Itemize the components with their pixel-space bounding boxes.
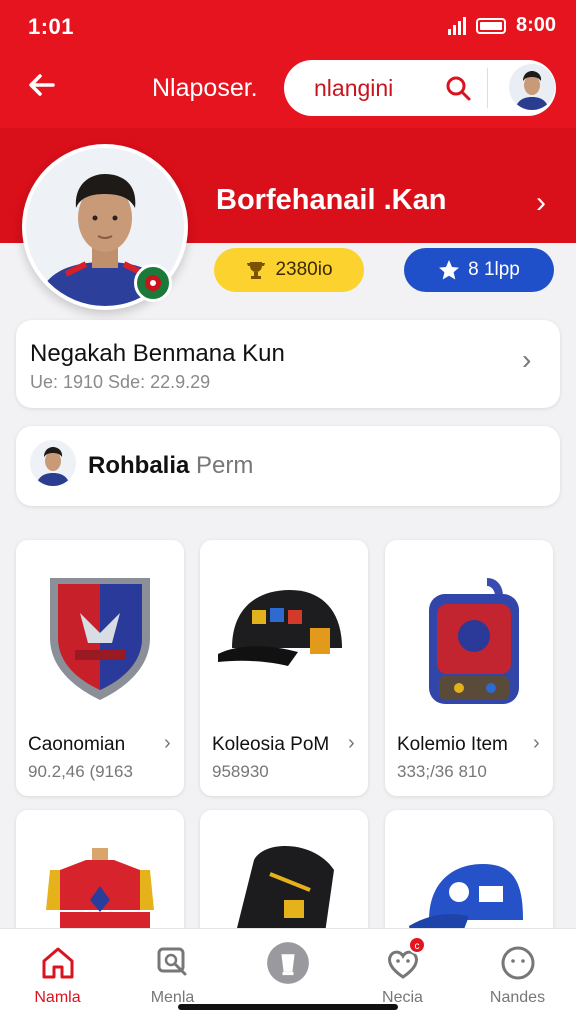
trophy-icon: [247, 262, 266, 279]
chevron-right-icon: ›: [533, 732, 540, 754]
home-indicator: [178, 1004, 398, 1010]
status-right-text: 8:00: [515, 14, 556, 36]
bag-icon: [234, 846, 334, 940]
tile-meta: 333;/36 810: [397, 762, 487, 781]
back-arrow-icon: [29, 74, 55, 96]
battery-icon: [475, 17, 506, 34]
account-title: Negakah Benmana Kun: [30, 340, 285, 367]
backpack-icon: [429, 578, 519, 704]
status-icons: 8:00: [447, 14, 556, 37]
search-bar[interactable]: nlangini: [284, 60, 556, 116]
coins-value: 2380io: [275, 259, 333, 280]
chevron-right-icon: ›: [164, 732, 171, 754]
nav-profile-label: Nandes: [489, 989, 546, 1006]
grid-tile[interactable]: [16, 810, 184, 940]
jersey-icon: [46, 848, 154, 940]
grid-tile[interactable]: [385, 810, 553, 940]
page-title: Nlaposer.: [152, 74, 258, 102]
nav-home[interactable]: Namla: [0, 929, 115, 1024]
search-input[interactable]: nlangini: [314, 75, 393, 102]
profile-row-label: Rohbalia Perm: [88, 452, 253, 480]
mini-avatar: [30, 440, 76, 486]
user-avatar[interactable]: [509, 64, 555, 110]
account-subtitle: Ue: 1910 Sde: 22.9.29: [30, 372, 211, 392]
grid-tile[interactable]: [200, 810, 368, 940]
tile-label: Caonomian: [28, 734, 126, 755]
chat-search-icon: [157, 947, 187, 976]
grid-tile[interactable]: Caonomian › 90.2,46 (9163: [16, 540, 184, 796]
profile-chevron-icon[interactable]: ›: [536, 186, 546, 220]
chevron-right-icon: ›: [348, 732, 355, 754]
profile-name[interactable]: Borfehanail .Kan: [216, 184, 446, 217]
account-card[interactable]: Negakah Benmana Kun Ue: 1910 Sde: 22.9.2…: [16, 320, 560, 408]
status-time: 1:01: [28, 14, 75, 39]
tile-meta: 958930: [212, 762, 269, 781]
rating-pill[interactable]: 8 1lpp: [404, 248, 554, 292]
blue-cap-icon: [409, 864, 523, 936]
club-crest-icon: [50, 578, 150, 700]
tile-label: Koleosia PoM: [212, 734, 330, 755]
home-icon: [42, 947, 74, 979]
tile-meta: 90.2,46 (9163: [28, 762, 133, 781]
notification-badge: c: [408, 936, 426, 954]
cap-icon: [218, 590, 342, 666]
top-app-bar: Nlaposer. nlangini: [0, 56, 576, 120]
chevron-right-icon: ›: [522, 344, 532, 375]
search-icon[interactable]: [444, 74, 472, 102]
profile-row-suffix: Perm: [196, 452, 254, 479]
star-icon: [439, 260, 460, 280]
rating-value: 8 1lpp: [468, 259, 520, 280]
grid-tile[interactable]: Koleosia PoM › 958930: [200, 540, 368, 796]
avatar-person-icon: [509, 64, 555, 110]
emoji-icon: [501, 946, 535, 980]
status-bar: 1:01 8:00: [0, 0, 576, 56]
grid-tile[interactable]: Kolemio Item › 333;/36 810: [385, 540, 553, 796]
profile-row-card[interactable]: Rohbalia Perm: [16, 426, 560, 506]
back-button[interactable]: [22, 68, 62, 108]
nav-home-label: Namla: [34, 989, 81, 1006]
tile-label: Kolemio Item: [397, 734, 508, 755]
club-badge-icon: [134, 264, 172, 302]
signal-icon: [447, 16, 466, 35]
avatar-person-icon: [30, 440, 76, 486]
search-divider: [487, 68, 488, 108]
nav-profile[interactable]: Nandes: [460, 929, 575, 1024]
coins-pill[interactable]: 2380io: [214, 248, 364, 292]
center-icon: [267, 942, 309, 984]
profile-row-name: Rohbalia: [88, 452, 190, 479]
